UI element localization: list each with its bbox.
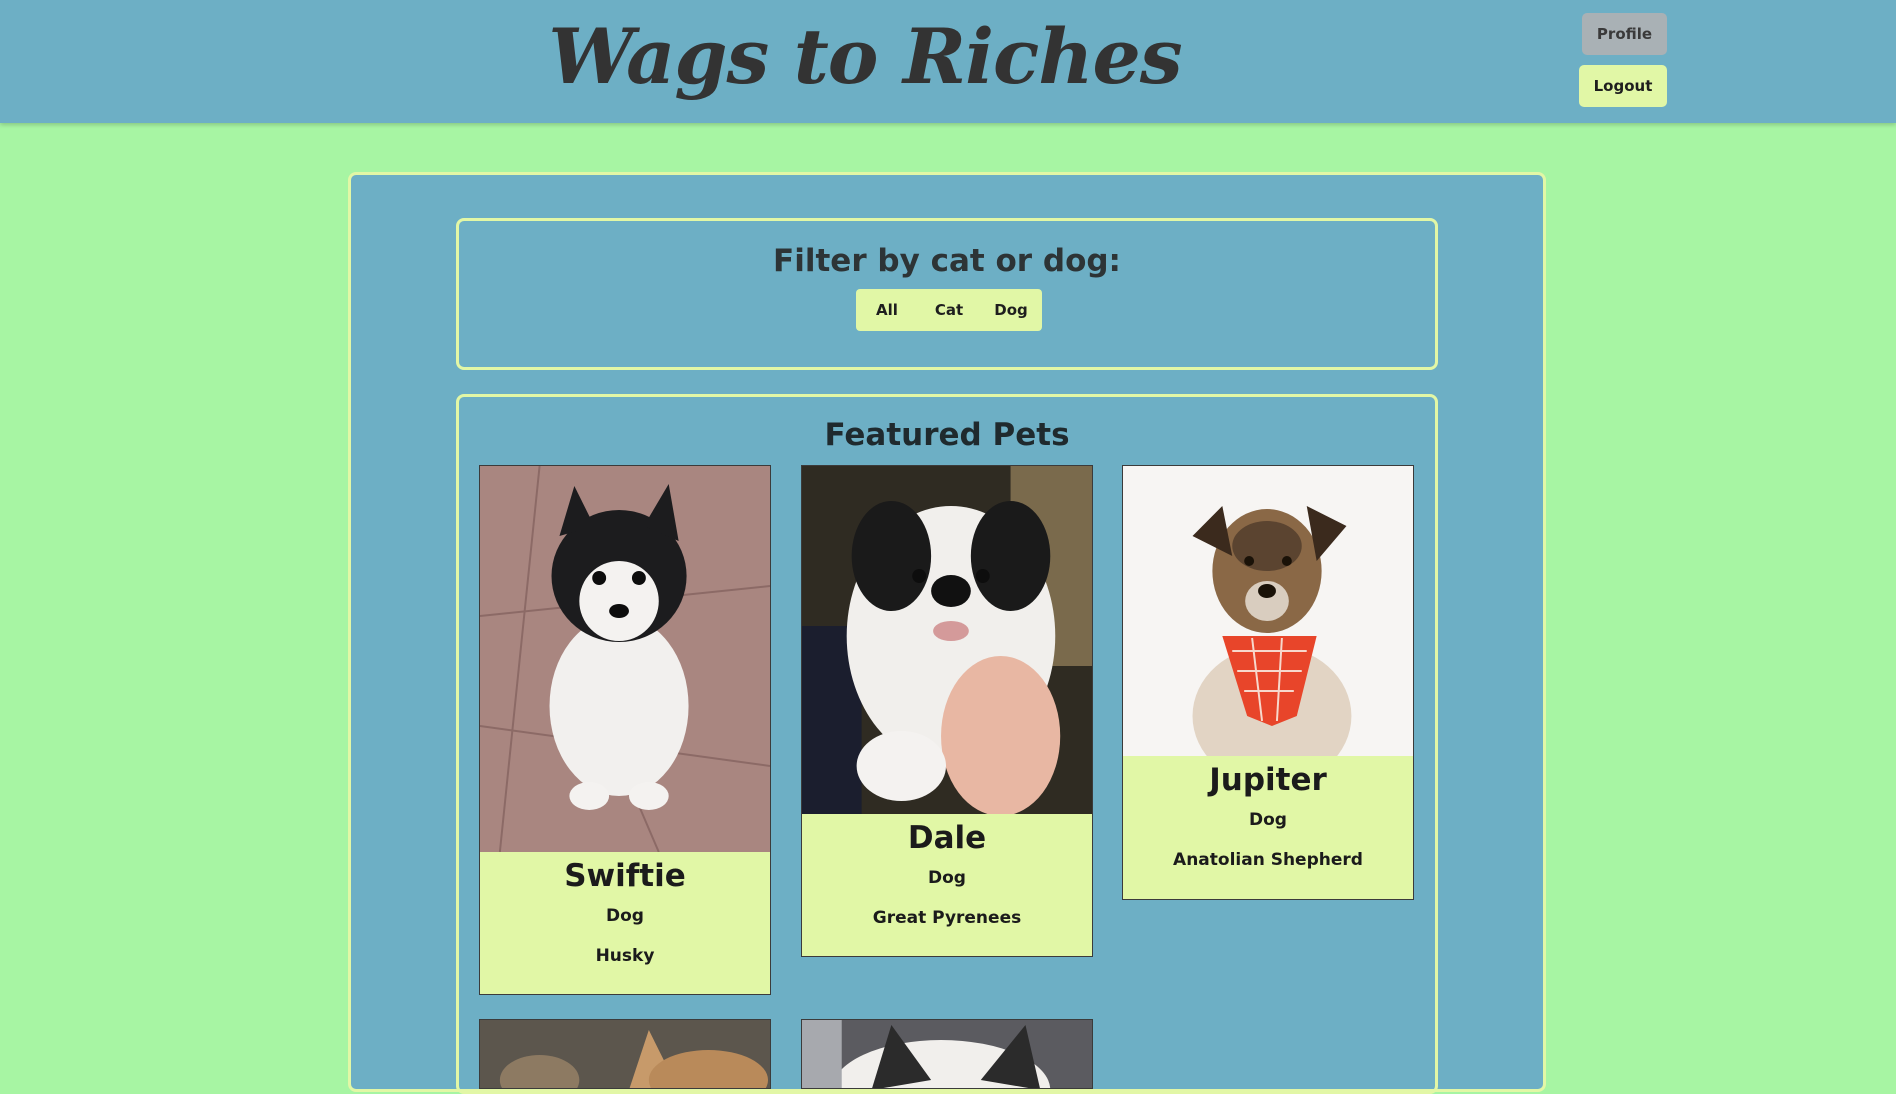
pet-breed: Great Pyrenees — [872, 908, 1022, 928]
logout-button[interactable]: Logout — [1579, 65, 1667, 107]
pet-species: Dog — [1249, 810, 1287, 830]
featured-title: Featured Pets — [824, 417, 1070, 453]
site-header: Wags to Riches Profile Logout — [0, 0, 1896, 123]
pet-photo — [802, 1020, 1092, 1088]
filter-dog-button[interactable]: Dog — [980, 289, 1042, 331]
pet-card[interactable] — [479, 1019, 771, 1089]
pet-photo — [480, 1020, 770, 1088]
filter-button-group: All Cat Dog — [856, 289, 1042, 331]
pet-name: Dale — [907, 820, 987, 856]
pet-photo — [1123, 466, 1413, 756]
filter-section: Filter by cat or dog: All Cat Dog — [456, 218, 1438, 370]
pet-photo — [802, 466, 1092, 814]
pet-breed: Anatolian Shepherd — [1173, 850, 1363, 870]
pet-breed: Husky — [595, 946, 655, 966]
pet-name: Jupiter — [1209, 762, 1327, 798]
pet-card[interactable] — [801, 1019, 1093, 1089]
pet-photo — [480, 466, 770, 852]
pet-card[interactable]: Jupiter Dog Anatolian Shepherd — [1122, 465, 1414, 900]
pet-card[interactable]: Swiftie Dog Husky — [479, 465, 771, 995]
pet-name: Swiftie — [564, 858, 686, 894]
profile-button[interactable]: Profile — [1582, 13, 1667, 55]
pet-species: Dog — [928, 868, 966, 888]
site-title: Wags to Riches — [548, 12, 1182, 101]
pet-card[interactable]: Dale Dog Great Pyrenees — [801, 465, 1093, 957]
filter-cat-button[interactable]: Cat — [918, 289, 980, 331]
pet-species: Dog — [606, 906, 644, 926]
filter-all-button[interactable]: All — [856, 289, 918, 331]
filter-title: Filter by cat or dog: — [773, 243, 1121, 279]
